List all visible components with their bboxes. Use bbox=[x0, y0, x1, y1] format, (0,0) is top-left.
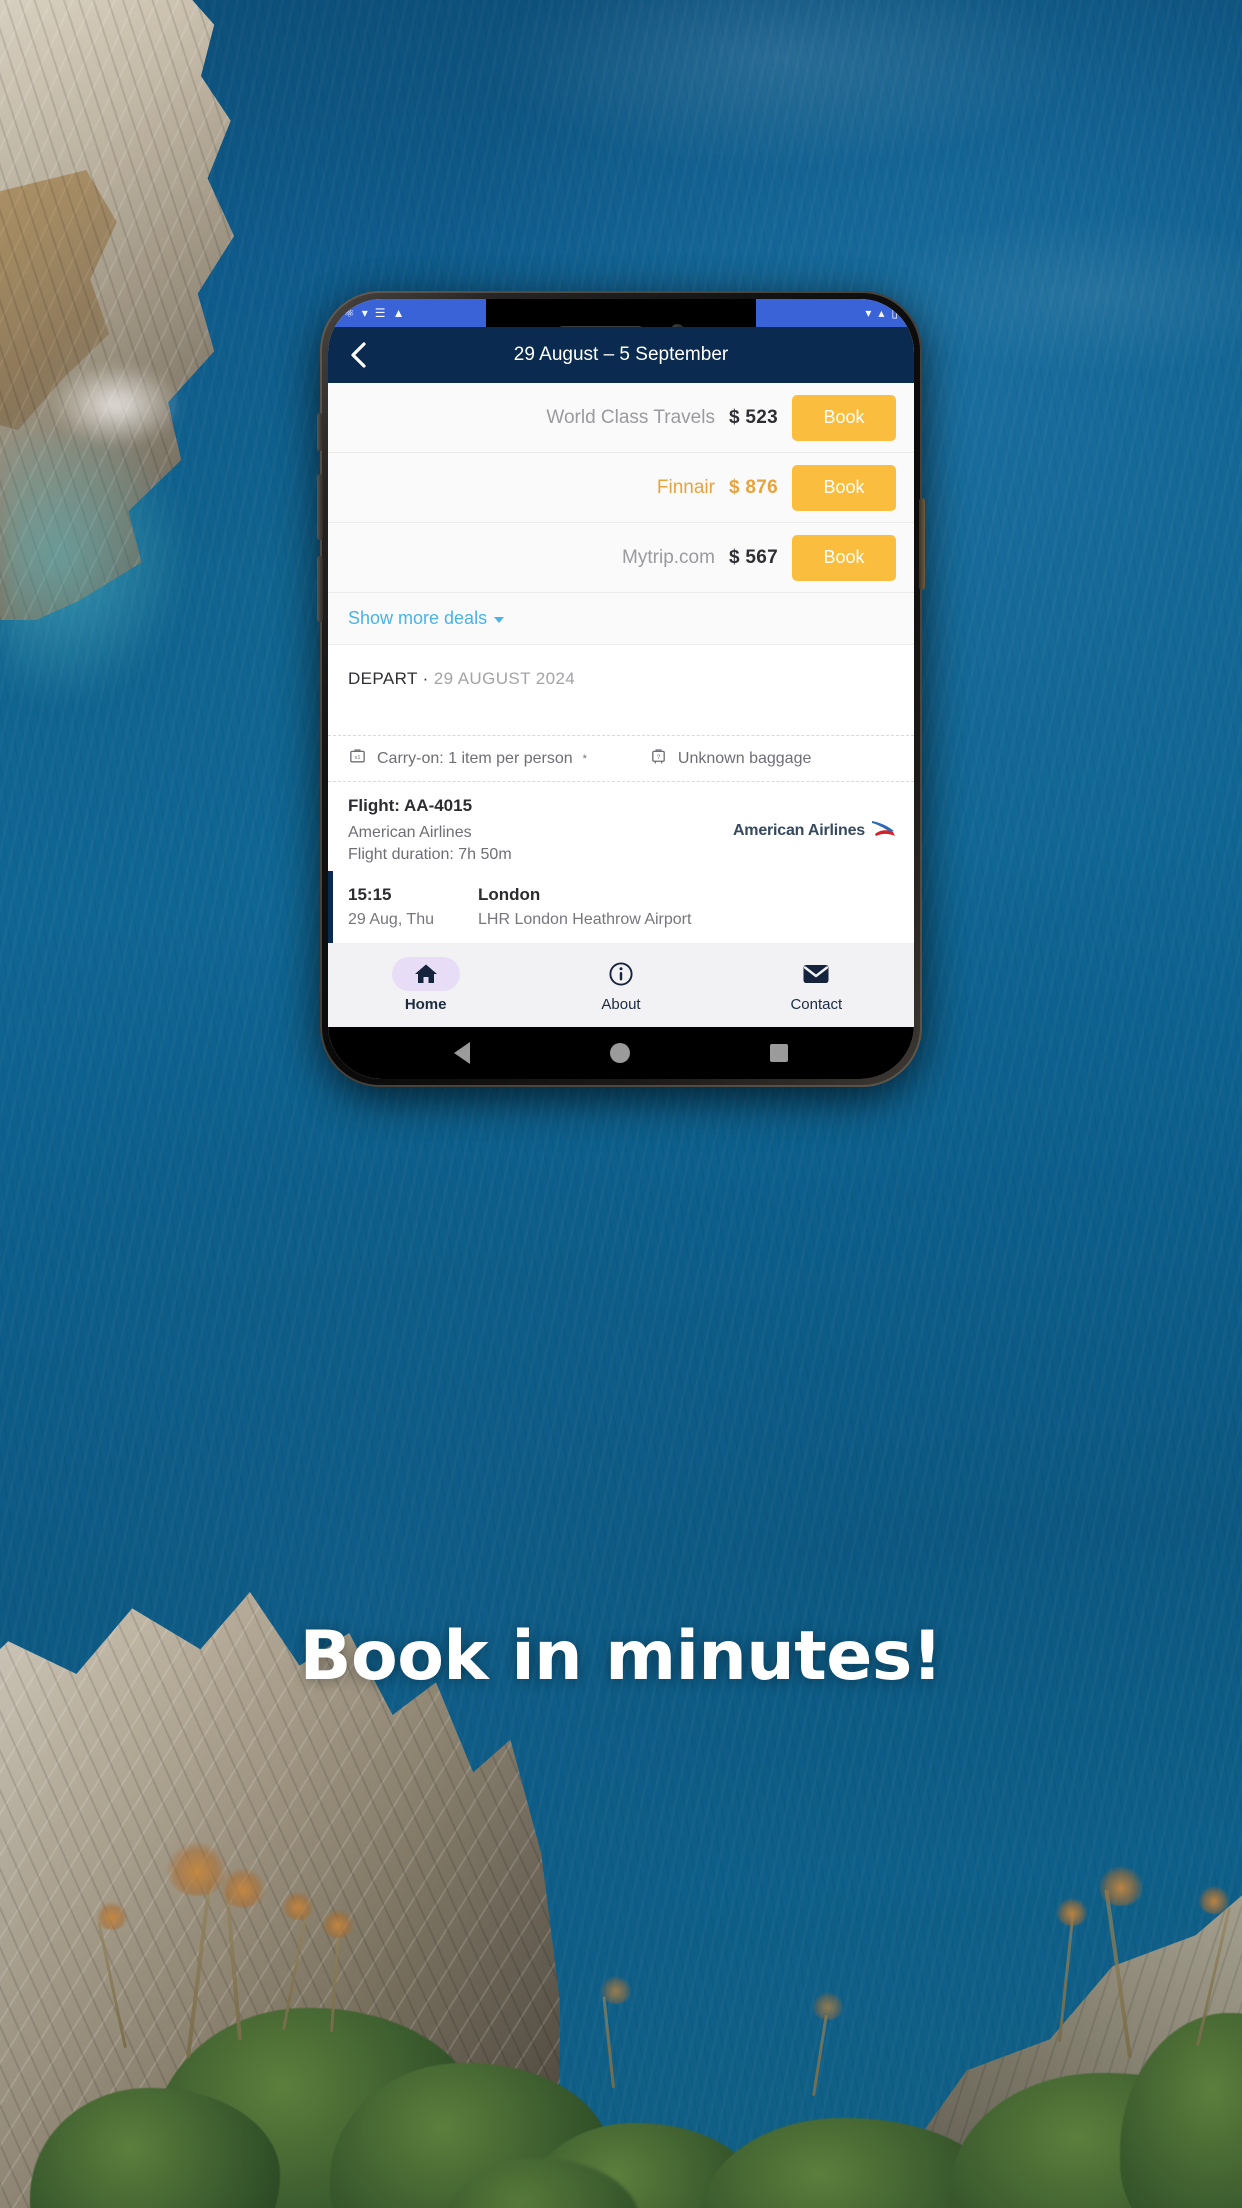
phone-mockup: ⚛ ▾ ☰ ▲ ▾ ▴ ▯ 29 August – 5 September Wo… bbox=[317, 291, 925, 1093]
wifi-icon: ▾ bbox=[865, 306, 872, 320]
mute-switch[interactable] bbox=[317, 413, 323, 451]
display-notch bbox=[486, 299, 756, 327]
volume-up-button[interactable] bbox=[317, 474, 323, 540]
signal-icon: ☰ bbox=[374, 306, 386, 320]
tab-label-contact: Contact bbox=[790, 996, 843, 1013]
departure-airport: LHR London Heathrow Airport bbox=[478, 910, 692, 928]
tab-label-about: About bbox=[601, 996, 641, 1013]
system-navigation-bar bbox=[328, 1027, 914, 1079]
circle-home-icon[interactable] bbox=[610, 1043, 630, 1063]
leg-spacer bbox=[328, 689, 914, 735]
battery-icon: ▯ bbox=[891, 306, 898, 320]
app-header: 29 August – 5 September bbox=[328, 327, 914, 383]
leg-label: DEPART bbox=[348, 669, 418, 688]
american-airlines-eagle-icon bbox=[870, 818, 896, 843]
bluetooth-icon: ⚛ bbox=[344, 306, 355, 320]
airline-logo: American Airlines bbox=[733, 818, 896, 843]
leg-header-depart: DEPART · 29 AUGUST 2024 bbox=[328, 645, 914, 689]
departure-date: 29 Aug, Thu bbox=[348, 910, 434, 928]
triangle-back-icon[interactable] bbox=[454, 1042, 470, 1064]
envelope-icon bbox=[782, 957, 850, 991]
leg-date: 29 AUGUST 2024 bbox=[433, 669, 576, 688]
square-recents-icon[interactable] bbox=[770, 1044, 788, 1062]
chevron-down-icon bbox=[494, 617, 505, 623]
phone-bezel: ⚛ ▾ ☰ ▲ ▾ ▴ ▯ 29 August – 5 September Wo… bbox=[328, 299, 914, 1079]
home-icon bbox=[391, 957, 460, 991]
extra-status-icon: ▲ bbox=[392, 306, 405, 320]
svg-text:x1: x1 bbox=[354, 754, 360, 760]
carry-on-info: x1 Carry-on: 1 item per person * bbox=[348, 747, 587, 771]
tab-label-home: Home bbox=[404, 996, 447, 1013]
suitcase-question-icon: ? bbox=[649, 747, 668, 771]
deal-agency-name: Mytrip.com bbox=[622, 546, 715, 568]
book-button[interactable]: Book bbox=[792, 534, 896, 581]
volume-down-button[interactable] bbox=[317, 556, 323, 622]
phone-body: ⚛ ▾ ☰ ▲ ▾ ▴ ▯ 29 August – 5 September Wo… bbox=[317, 291, 925, 1087]
show-more-deals-label: Show more deals bbox=[348, 608, 488, 628]
leg-separator: · bbox=[422, 669, 429, 688]
show-more-deals-button[interactable]: Show more deals bbox=[328, 593, 914, 645]
itinerary-stop: 15:15 29 Aug, Thu London LHR London Heat… bbox=[348, 883, 894, 931]
tab-about[interactable]: About bbox=[523, 957, 718, 1013]
power-button[interactable] bbox=[919, 498, 925, 590]
flight-summary: Flight: AA-4015 American Airlines Flight… bbox=[328, 782, 914, 866]
back-button[interactable] bbox=[342, 338, 376, 372]
signal-icon: ▴ bbox=[878, 306, 885, 320]
carry-on-footnote: * bbox=[582, 752, 587, 765]
deal-row[interactable]: Finnair $ 876 Book bbox=[328, 453, 914, 523]
page-title: 29 August – 5 September bbox=[513, 344, 729, 365]
departure-city: London bbox=[478, 885, 541, 905]
status-bar: ⚛ ▾ ☰ ▲ ▾ ▴ ▯ bbox=[328, 299, 914, 327]
deal-agency-name: World Class Travels bbox=[546, 406, 715, 428]
suitcase-x1-icon: x1 bbox=[348, 747, 367, 771]
deal-price: $ 567 bbox=[728, 546, 778, 568]
flight-duration: Flight duration: 7h 50m bbox=[348, 845, 512, 863]
scroll-content[interactable]: World Class Travels $ 523 Book Finnair $… bbox=[328, 383, 914, 943]
checked-baggage-info: ? Unknown baggage bbox=[649, 747, 811, 771]
book-button[interactable]: Book bbox=[792, 394, 896, 441]
flight-number: Flight: AA-4015 bbox=[348, 796, 473, 815]
deal-row[interactable]: Mytrip.com $ 567 Book bbox=[328, 523, 914, 593]
shallow-water-glow bbox=[0, 430, 300, 850]
departure-time: 15:15 bbox=[348, 885, 392, 905]
checked-baggage-text: Unknown baggage bbox=[677, 749, 812, 767]
phone-screen: ⚛ ▾ ☰ ▲ ▾ ▴ ▯ 29 August – 5 September Wo… bbox=[328, 299, 914, 1079]
page-headline: Book in minutes! bbox=[299, 1617, 943, 1696]
svg-text:?: ? bbox=[657, 753, 661, 760]
earpiece-speaker bbox=[557, 326, 644, 327]
deal-agency-name: Finnair bbox=[656, 476, 715, 498]
deal-price: $ 523 bbox=[728, 406, 778, 428]
status-bar-left-icons: ⚛ ▾ ☰ ▲ bbox=[344, 307, 404, 319]
info-icon bbox=[587, 957, 655, 991]
book-button[interactable]: Book bbox=[792, 464, 896, 511]
tab-contact[interactable]: Contact bbox=[719, 957, 914, 1013]
itinerary-rail bbox=[328, 871, 333, 943]
surf-foam bbox=[40, 330, 230, 480]
wifi-icon: ▾ bbox=[361, 306, 368, 320]
status-bar-right-icons: ▾ ▴ ▯ bbox=[865, 307, 898, 319]
tab-home[interactable]: Home bbox=[328, 957, 523, 1013]
stop-place-block: London LHR London Heathrow Airport bbox=[478, 883, 691, 931]
itinerary-depart: 15:15 29 Aug, Thu London LHR London Heat… bbox=[328, 865, 914, 943]
carry-on-text: Carry-on: 1 item per person bbox=[377, 749, 573, 767]
stop-time-block: 15:15 29 Aug, Thu bbox=[348, 883, 478, 931]
deal-row[interactable]: World Class Travels $ 523 Book bbox=[328, 383, 914, 453]
deal-price: $ 876 bbox=[728, 476, 778, 498]
airline-logo-text: American Airlines bbox=[732, 821, 865, 839]
front-camera bbox=[669, 323, 685, 327]
baggage-row: x1 Carry-on: 1 item per person * ? Unkno… bbox=[328, 735, 914, 782]
bottom-tab-bar: Home About Contact bbox=[328, 943, 914, 1027]
